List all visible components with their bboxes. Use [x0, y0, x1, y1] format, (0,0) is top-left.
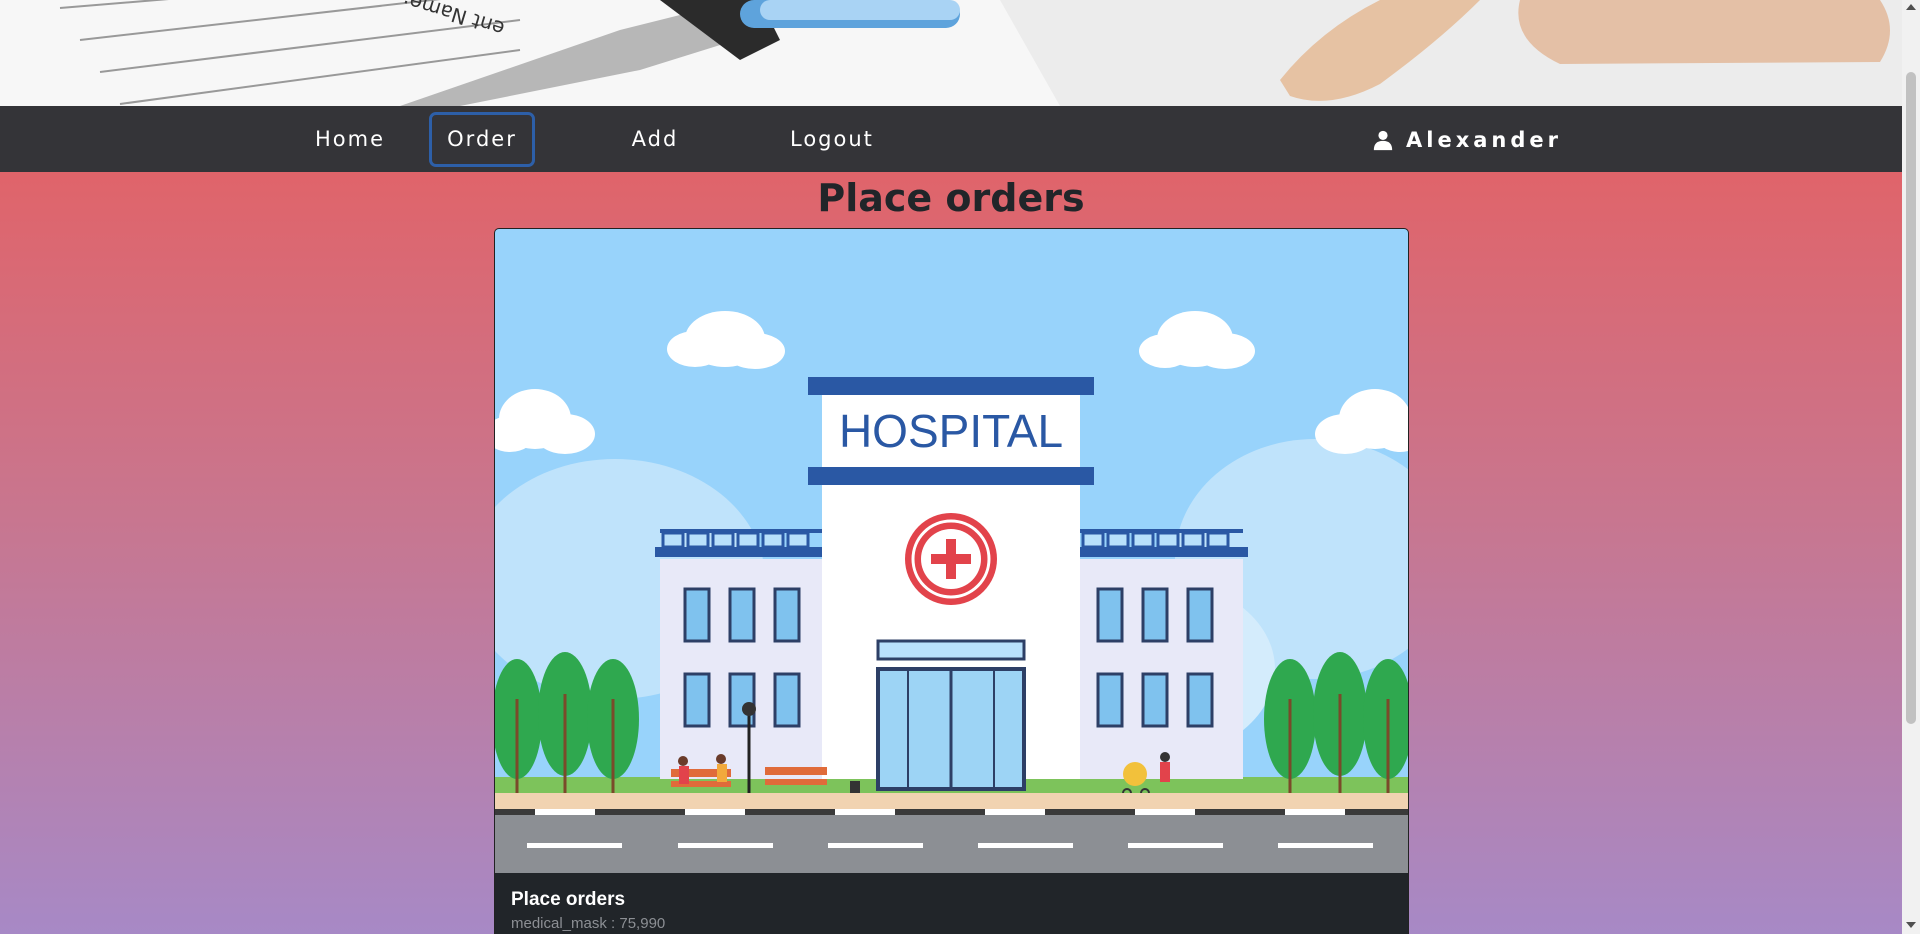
- user-icon: [1373, 130, 1393, 150]
- nav-add-hospital[interactable]: Add Hospital: [578, 112, 732, 206]
- main-content: Place orders HOSPITAL Place orders medic…: [0, 172, 1902, 934]
- nav-home[interactable]: Home: [310, 112, 390, 167]
- scroll-down-arrow-icon[interactable]: [1906, 922, 1916, 928]
- page-title: Place orders: [817, 176, 1085, 220]
- order-card[interactable]: HOSPITAL Place orders medical_mask: 75,…: [494, 228, 1409, 934]
- scroll-up-arrow-icon[interactable]: [1906, 4, 1916, 10]
- navbar: Home Order Add Hospital Logout Alexander: [0, 106, 1902, 206]
- card-title: Place orders: [511, 889, 626, 910]
- hospital-illustration: HOSPITAL: [495, 229, 1408, 873]
- nav-logout[interactable]: Logout: [790, 112, 872, 167]
- hospital-sign: HOSPITAL: [839, 405, 1063, 457]
- card-text: medical_mask : 75,990: [511, 915, 666, 932]
- header-banner: ent Name:: [0, 0, 1902, 106]
- user-name: Alexander: [1406, 127, 1562, 152]
- user-menu[interactable]: Alexander: [1372, 112, 1562, 167]
- scroll-thumb[interactable]: [1906, 72, 1916, 724]
- medical-banner-image: ent Name:: [0, 0, 1902, 106]
- vertical-scrollbar[interactable]: [1902, 0, 1920, 934]
- nav-order[interactable]: Order: [429, 112, 535, 167]
- card-body: Place orders medical_mask : 75,990: [511, 889, 665, 932]
